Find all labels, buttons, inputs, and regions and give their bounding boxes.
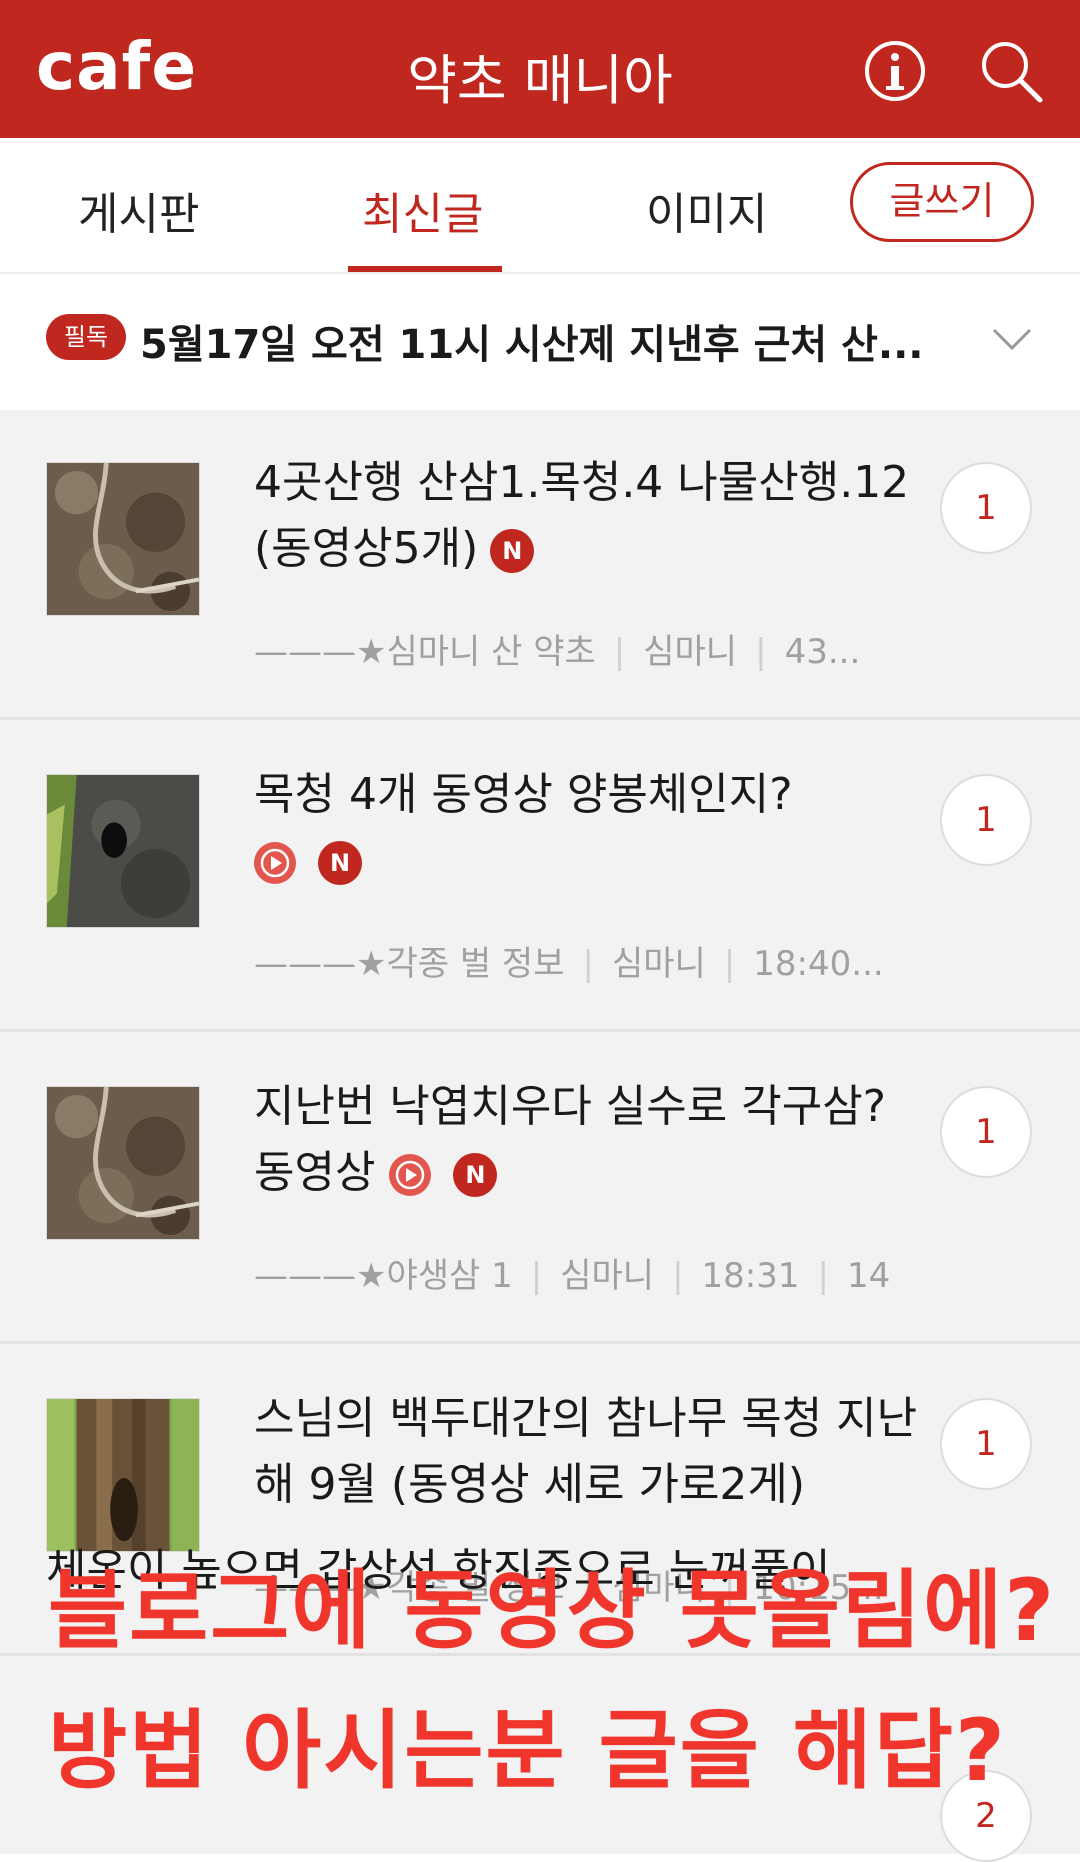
- meta-separator: |: [672, 1256, 684, 1296]
- active-tab-indicator: [348, 266, 502, 272]
- post-thumbnail: [46, 774, 200, 928]
- post-author: 심마니: [611, 944, 706, 984]
- post-views: 14: [847, 1256, 891, 1296]
- new-badge: N: [318, 841, 362, 885]
- post-title[interactable]: 4곳산행 산삼1.목청.4 나물산행.12 (동영상5개) N: [254, 450, 924, 582]
- video-icon: [389, 1154, 432, 1196]
- post-time: 18:31: [701, 1256, 800, 1296]
- tab-board[interactable]: 게시판: [78, 178, 199, 242]
- comment-count[interactable]: 1: [940, 774, 1032, 866]
- comment-count[interactable]: 1: [940, 462, 1032, 554]
- post-meta: ———★심마니 산 약초 | 심마니 | 43...: [254, 624, 974, 673]
- video-icon: [254, 842, 296, 884]
- overlay-caption: 블로그에 동영상 못올림에?: [48, 1561, 1057, 1661]
- list-item[interactable]: 목청 4개 동영상 양봉체인지? N ———★각종 벌 정보 | 심마니 | 18:40…: [0, 722, 1080, 1032]
- new-badge: N: [453, 1153, 498, 1197]
- post-time: 18:40...: [753, 944, 884, 984]
- pinned-notice[interactable]: 필독 5월17일 오전 11시 시산제 지낸후 근처 산...: [0, 274, 1080, 410]
- post-board: ———★각종 벌 정보: [254, 944, 565, 984]
- must-read-badge: 필독: [46, 314, 126, 360]
- tab-images[interactable]: 이미지: [646, 178, 767, 242]
- list-item[interactable]: 지난번 낙엽치우다 실수로 각구삼?동영상 N ———★야생삼 1 | 심마니 | 18…: [0, 1034, 1080, 1344]
- meta-separator: |: [723, 944, 736, 984]
- post-board: ———★야생삼 1: [254, 1256, 513, 1296]
- comment-count[interactable]: 1: [940, 1086, 1032, 1178]
- post-title[interactable]: 지난번 낙엽치우다 실수로 각구삼?동영상 N: [254, 1074, 924, 1206]
- app-header: cafe 약초 매니아: [0, 0, 1080, 138]
- post-thumbnail: [46, 1398, 200, 1552]
- post-meta: ———★각종 벌 정보 | 심마니 | 18:40...: [254, 936, 974, 985]
- meta-separator: |: [582, 944, 594, 984]
- post-thumbnail: [46, 462, 200, 616]
- post-title[interactable]: 스님의 백두대간의 참나무 목청 지난해 9월 (동영상 세로 가로2게): [254, 1386, 924, 1518]
- meta-separator: |: [817, 1256, 829, 1296]
- meta-separator: |: [530, 1256, 543, 1296]
- post-meta: ———★야생삼 1 | 심마니 | 18:31 | 14: [254, 1248, 974, 1297]
- overlay-caption: 방법 아시는분 글을 해답?: [48, 1701, 1007, 1801]
- post-board: ———★심마니 산 약초: [254, 632, 596, 672]
- tab-bar: 게시판 최신글 이미지 글쓰기: [0, 138, 1080, 274]
- post-time: 43...: [784, 632, 861, 672]
- notice-title[interactable]: 5월17일 오전 11시 시산제 지낸후 근처 산...: [140, 312, 960, 370]
- post-author: 심마니: [560, 1256, 655, 1296]
- post-thumbnail: [46, 1086, 200, 1240]
- new-badge: N: [490, 529, 535, 573]
- meta-separator: |: [755, 632, 767, 672]
- list-item[interactable]: 4곳산행 산삼1.목청.4 나물산행.12 (동영상5개) N ———★심마니 산…: [0, 410, 1080, 720]
- search-icon[interactable]: [978, 38, 1044, 104]
- write-button[interactable]: 글쓰기: [850, 162, 1034, 242]
- meta-separator: |: [613, 632, 626, 672]
- post-author: 심마니: [643, 632, 738, 672]
- chevron-down-icon[interactable]: [990, 324, 1034, 354]
- comment-count[interactable]: 1: [940, 1398, 1032, 1490]
- post-title[interactable]: 목청 4개 동영상 양봉체인지? N: [254, 762, 924, 894]
- tab-latest[interactable]: 최신글: [362, 178, 483, 242]
- info-icon[interactable]: [862, 38, 928, 104]
